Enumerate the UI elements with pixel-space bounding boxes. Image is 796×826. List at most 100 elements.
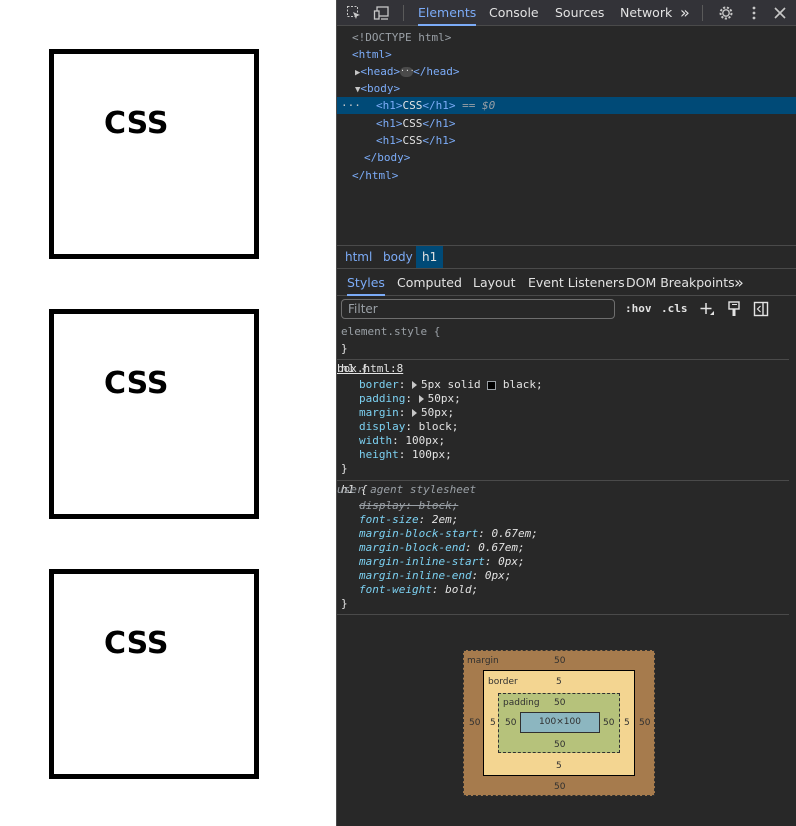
color-swatch[interactable] <box>487 380 497 390</box>
dom-node-body-close[interactable]: </body> <box>337 149 796 166</box>
tab-event-listeners[interactable]: Event Listeners <box>528 270 625 296</box>
dom-node-doctype[interactable]: <!DOCTYPE html> <box>337 29 796 46</box>
declaration-margin-inline-end: margin-inline-end: 0px; <box>359 569 512 582</box>
class-toggle[interactable]: .cls <box>661 300 688 318</box>
property-value: 100px; <box>405 434 446 447</box>
styles-pane: element.style { } h1 { box.html:8 border… <box>337 323 790 616</box>
dom-node-h1[interactable]: <h1>CSS</h1> <box>337 115 796 132</box>
property-name: font-weight <box>359 583 432 596</box>
h1-box: CSS <box>49 309 259 519</box>
property-name: border <box>359 378 399 391</box>
doctype-text: <!DOCTYPE html> <box>352 31 452 44</box>
tab-dom-breakpoints[interactable]: DOM Breakpoints <box>626 270 735 296</box>
breadcrumb-body[interactable]: body <box>377 246 419 268</box>
user-agent-stylesheet-label: user agent stylesheet <box>337 483 477 496</box>
expand-shorthand-icon[interactable] <box>412 409 417 417</box>
filter-input[interactable]: Filter <box>341 299 615 319</box>
padding-top-value[interactable]: 50 <box>554 698 565 708</box>
dom-node-html[interactable]: <html> <box>337 46 796 63</box>
margin-bottom-value[interactable]: 50 <box>554 782 565 792</box>
tab-computed[interactable]: Computed <box>397 270 462 296</box>
expand-triangle-icon[interactable]: ▶ <box>337 68 360 78</box>
declaration-display[interactable]: display: block; <box>359 420 458 434</box>
more-tabs-chevron-icon[interactable]: » <box>680 0 690 26</box>
padding-bottom-value[interactable]: 50 <box>554 740 565 750</box>
dom-node-head[interactable]: ▶<head>···</head> <box>337 63 796 80</box>
property-value: block; <box>418 420 459 433</box>
tab-elements[interactable]: Elements <box>418 0 477 26</box>
tab-layout[interactable]: Layout <box>473 270 516 296</box>
box-model-content[interactable]: 100×100 <box>520 712 600 733</box>
h1-text: CSS <box>104 106 169 141</box>
collapse-triangle-icon[interactable]: ▼ <box>337 85 360 95</box>
tab-styles[interactable]: Styles <box>347 270 385 296</box>
dom-node-h1[interactable]: <h1>CSS</h1> <box>337 132 796 149</box>
tab-network[interactable]: Network <box>620 0 672 26</box>
h1-close-tag: </h1> <box>422 134 456 147</box>
toolbar-divider <box>403 5 404 21</box>
border-bottom-value[interactable]: 5 <box>556 761 562 771</box>
devtools-panel: Elements Console Sources Network » <!DOC… <box>336 0 796 826</box>
declaration-margin[interactable]: margin: 50px; <box>359 406 454 420</box>
padding-left-value[interactable]: 50 <box>505 718 516 728</box>
property-value: 0.67em; <box>491 527 538 540</box>
expand-shorthand-icon[interactable] <box>412 381 417 389</box>
margin-left-value[interactable]: 50 <box>469 718 480 728</box>
devtools-toolbar: Elements Console Sources Network » <box>337 0 796 26</box>
h1-box: CSS <box>49 49 259 259</box>
h1-open-tag: <h1> <box>376 134 403 147</box>
border-top-value[interactable]: 5 <box>556 677 562 687</box>
h1-text: CSS <box>104 626 169 661</box>
property-value: bold; <box>445 583 479 596</box>
breadcrumb-h1[interactable]: h1 <box>416 246 444 268</box>
h1-open-tag: <h1> <box>376 117 403 130</box>
more-options-kebab-icon[interactable] <box>745 4 763 22</box>
border-left-value[interactable]: 5 <box>490 718 496 728</box>
dom-node-body[interactable]: ▼<body> <box>337 80 796 97</box>
tab-sources[interactable]: Sources <box>555 0 604 26</box>
collapsed-ellipsis-icon[interactable]: ··· <box>400 67 415 77</box>
declaration-width[interactable]: width: 100px; <box>359 434 445 448</box>
overridden-declaration-display: display: block; <box>359 499 459 512</box>
declaration-padding[interactable]: padding: 50px; <box>359 392 461 406</box>
declaration-margin-block-end: margin-block-end: 0.67em; <box>359 541 525 554</box>
property-name: width <box>359 434 393 447</box>
margin-top-value[interactable]: 50 <box>554 656 565 666</box>
new-style-rule-plus-icon[interactable] <box>699 300 715 318</box>
html-close-tag: </html> <box>352 169 399 182</box>
dom-node-html-close[interactable]: </html> <box>337 167 796 184</box>
expand-shorthand-icon[interactable] <box>418 395 424 403</box>
property-name: padding <box>359 392 406 405</box>
margin-right-value[interactable]: 50 <box>639 718 650 728</box>
rule-close-brace: } <box>341 342 348 355</box>
head-close-tag: </head> <box>413 65 460 78</box>
source-link[interactable]: box.html:8 <box>337 362 772 376</box>
padding-right-value[interactable]: 50 <box>603 718 614 728</box>
h1-box: CSS <box>49 569 259 779</box>
border-right-value[interactable]: 5 <box>624 718 630 728</box>
declaration-height[interactable]: height: 100px; <box>359 448 452 462</box>
close-icon[interactable] <box>771 4 789 22</box>
toggle-sidebar-icon[interactable] <box>753 300 769 318</box>
property-value: black; <box>502 378 543 391</box>
settings-gear-icon[interactable] <box>717 4 735 22</box>
rule-close-brace: } <box>341 462 348 475</box>
device-toolbar-icon[interactable] <box>373 4 391 22</box>
styles-scrollbar[interactable] <box>789 297 796 826</box>
declaration-border[interactable]: border: 5px solid black; <box>359 378 543 392</box>
tab-console[interactable]: Console <box>489 0 539 26</box>
element-style-selector[interactable]: element.style { <box>341 325 440 339</box>
property-value: 5px solid <box>421 378 481 391</box>
paint-brush-icon[interactable] <box>726 300 742 318</box>
property-value: 2em; <box>431 513 459 526</box>
node-actions-icon[interactable]: ··· <box>341 97 361 114</box>
declaration-font-size: font-size: 2em; <box>359 513 459 526</box>
head-tag: <head> <box>360 65 401 78</box>
more-tabs-chevron-icon[interactable]: » <box>734 270 744 296</box>
breadcrumb-html[interactable]: html <box>339 246 378 268</box>
property-value: 0px; <box>498 555 525 568</box>
hover-state-toggle[interactable]: :hov <box>625 300 652 318</box>
styles-subtabs: Styles Computed Layout Event Listeners D… <box>337 270 796 296</box>
dom-node-h1-selected[interactable]: ··· <h1>CSS</h1> == $0 <box>337 97 796 114</box>
inspect-element-icon[interactable] <box>345 4 363 22</box>
